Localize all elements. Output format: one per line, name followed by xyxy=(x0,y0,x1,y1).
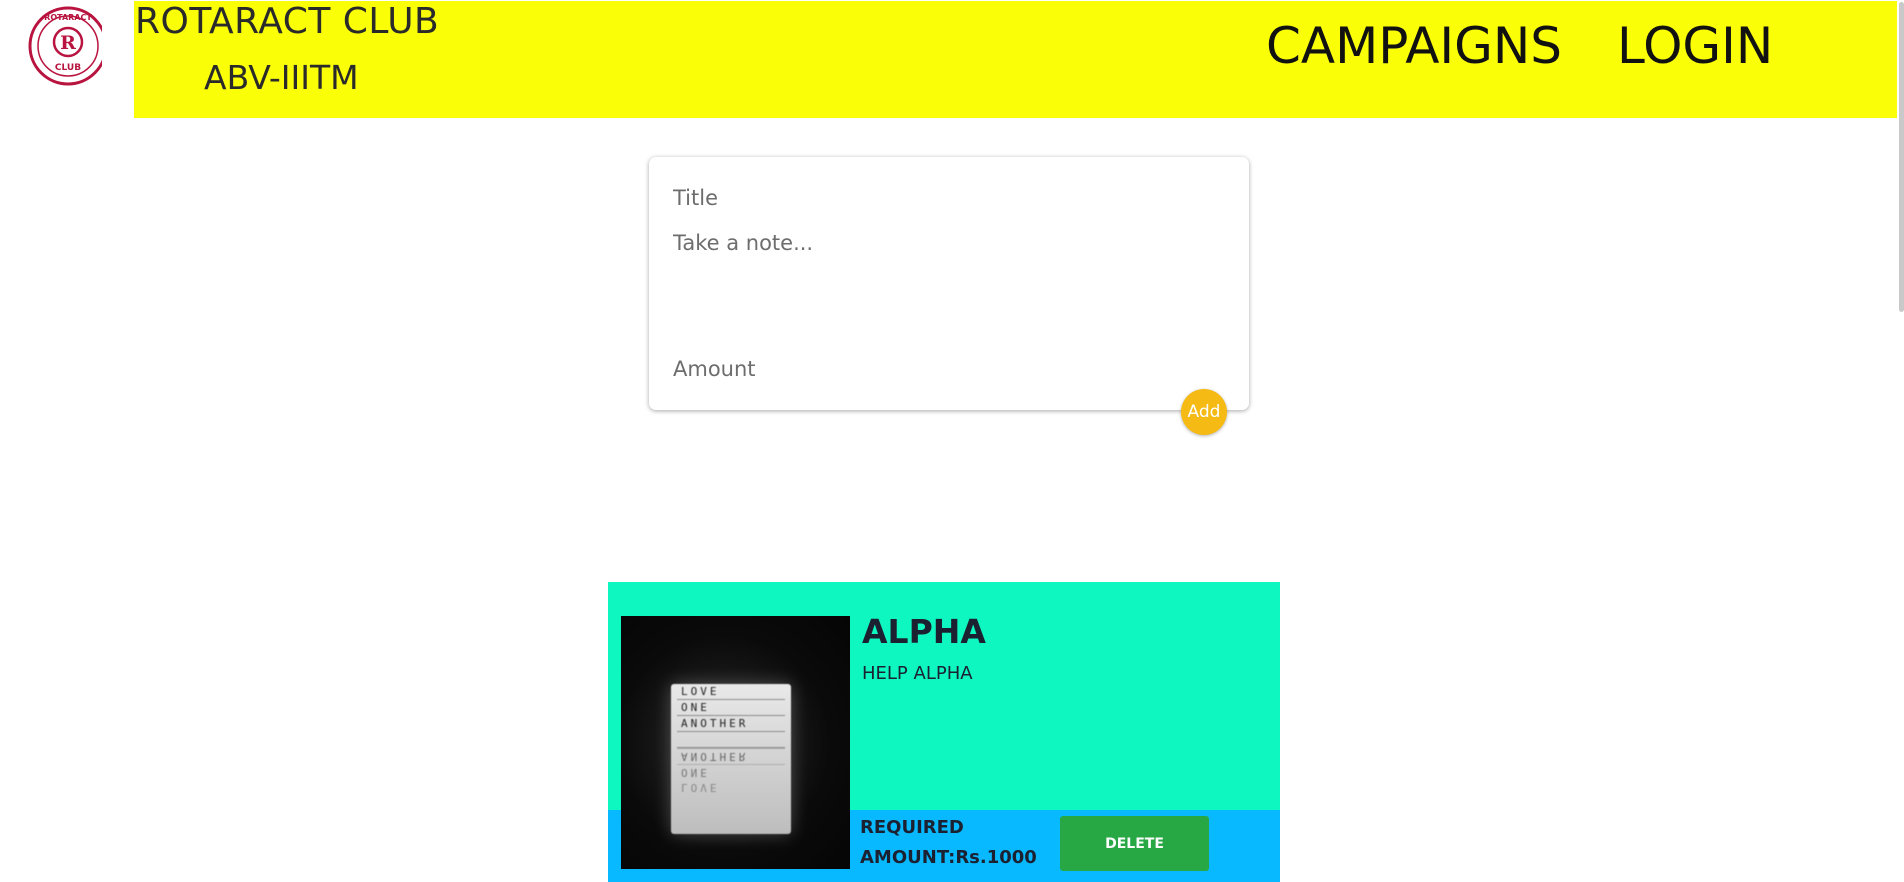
campaign-description: HELP ALPHA xyxy=(862,663,973,684)
add-button[interactable]: Add xyxy=(1181,389,1227,435)
campaign-amount: REQUIRED AMOUNT:Rs.1000 xyxy=(860,813,1050,873)
lightbox-row: LOVE xyxy=(677,684,785,700)
rotaract-logo-icon: R ROTARACT CLUB xyxy=(28,6,108,86)
campaign-amount-label: REQUIRED xyxy=(860,817,964,838)
delete-button[interactable]: DELETE xyxy=(1060,816,1209,871)
create-note-form xyxy=(649,157,1249,410)
note-textarea[interactable] xyxy=(673,231,1223,331)
campaign-image: LOVE ONE ANOTHER ANOTHER ONE LOVE xyxy=(621,616,850,869)
campaign-title: ALPHA xyxy=(862,612,986,651)
campaign-card: LOVE ONE ANOTHER ANOTHER ONE LOVE ALPHA … xyxy=(608,582,1280,882)
title-input[interactable] xyxy=(673,183,1223,213)
club-name: ROTARACT CLUB xyxy=(135,1,440,42)
logo-text-bottom: CLUB xyxy=(55,63,81,73)
nav-campaigns-link[interactable]: CAMPAIGNS xyxy=(1266,18,1562,74)
nav-login-link[interactable]: LOGIN xyxy=(1617,18,1773,74)
logo-text-top: ROTARACT xyxy=(44,13,92,22)
lightbox-row: LOVE xyxy=(681,781,720,794)
lightbox-row xyxy=(677,732,785,748)
logo-letter: R xyxy=(60,32,76,54)
lightbox-row: ONE xyxy=(677,700,785,716)
club-logo: R ROTARACT CLUB xyxy=(22,0,112,96)
lightbox-row: ANOTHER xyxy=(677,748,785,764)
amount-input[interactable] xyxy=(673,354,1223,384)
lightbox-row: ONE xyxy=(677,764,785,780)
campaign-amount-value: AMOUNT:Rs.1000 xyxy=(860,847,1037,868)
scrollbar-thumb[interactable] xyxy=(1899,2,1904,312)
lightbox-row: ANOTHER xyxy=(677,716,785,732)
lightbox-sign: LOVE ONE ANOTHER ANOTHER ONE LOVE xyxy=(671,684,791,834)
club-subtitle: ABV-IIITM xyxy=(204,58,359,97)
